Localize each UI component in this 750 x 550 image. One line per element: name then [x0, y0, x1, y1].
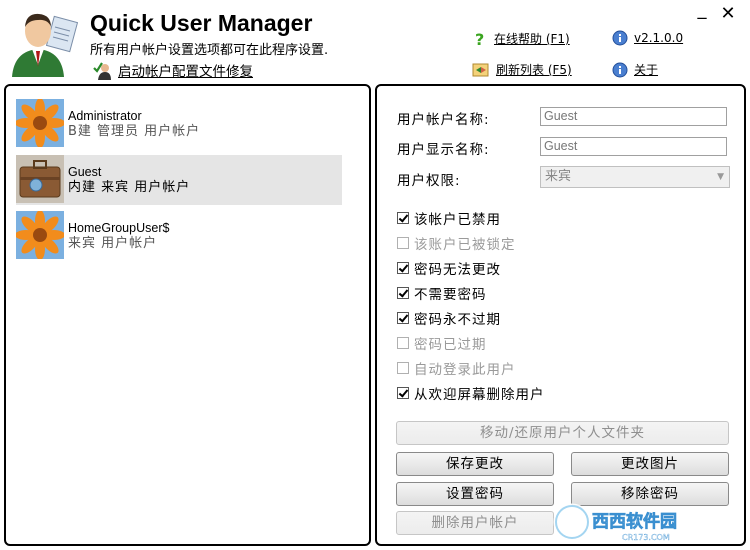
account-name-field[interactable]: Guest — [540, 107, 727, 126]
user-manager-logo-icon — [12, 13, 78, 77]
option-account-locked: 该账户已被锁定 — [397, 233, 516, 253]
option-hide-from-welcome[interactable]: 从欢迎屏幕删除用户 — [397, 383, 545, 403]
user-description: 来宾 用户帐户 — [68, 236, 158, 251]
option-account-disabled[interactable]: 该帐户已禁用 — [397, 208, 501, 228]
option-label: 密码永不过期 — [414, 312, 501, 328]
app-subtitle: 所有用户帐户设置选项都可在此程序设置. — [90, 43, 329, 58]
change-picture-button[interactable]: 更改图片 — [571, 452, 729, 476]
refresh-list-label: 刷新列表 (F5) — [496, 63, 572, 77]
online-help-label: 在线帮助 (F1) — [494, 32, 570, 46]
user-list-item-administrator[interactable]: Administrator B建 管理员 用户帐户 — [16, 99, 342, 149]
version-link[interactable]: v2.1.0.0 — [612, 30, 683, 46]
about-link[interactable]: 关于 — [612, 61, 658, 78]
option-password-cannot-change[interactable]: 密码无法更改 — [397, 258, 501, 278]
refresh-list-icon — [472, 63, 489, 76]
option-password-expired: 密码已过期 — [397, 333, 487, 353]
refresh-list-link[interactable]: 刷新列表 (F5) — [472, 61, 572, 78]
option-password-never-expires[interactable]: 密码永不过期 — [397, 308, 501, 328]
delete-user-button[interactable]: 删除用户帐户 — [396, 511, 554, 535]
app-header: Quick User Manager 所有用户帐户设置选项都可在此程序设置. 启… — [0, 0, 750, 84]
about-label: 关于 — [634, 63, 659, 77]
display-name-label: 用户显示名称: — [397, 142, 490, 158]
profile-repair-label: 启动帐户配置文件修复 — [118, 64, 253, 80]
option-label: 该账户已被锁定 — [414, 237, 516, 253]
app-title: Quick User Manager — [90, 10, 313, 36]
option-label: 从欢迎屏幕删除用户 — [414, 387, 545, 403]
dropdown-arrow-icon: ▼ — [717, 172, 724, 182]
checkbox[interactable] — [397, 287, 409, 299]
checkbox[interactable] — [397, 312, 409, 324]
user-name: HomeGroupUser$ — [68, 221, 170, 235]
info-icon — [612, 62, 628, 77]
option-label: 自动登录此用户 — [414, 362, 516, 378]
online-help-link[interactable]: ? 在线帮助 (F1) — [472, 30, 570, 47]
help-question-icon: ? — [475, 31, 484, 47]
checkbox[interactable] — [397, 212, 409, 224]
user-list-item-guest[interactable]: Guest 内建 来宾 用户帐户 — [16, 155, 342, 205]
checkbox — [397, 362, 409, 374]
option-label: 密码无法更改 — [414, 262, 501, 278]
user-details-panel: 用户帐户名称: Guest 用户显示名称: Guest 用户权限: 来宾 ▼ 该… — [375, 84, 746, 546]
checkbox[interactable] — [397, 387, 409, 399]
permission-select[interactable]: 来宾 ▼ — [540, 166, 730, 188]
close-button[interactable]: ✕ — [718, 4, 738, 24]
user-list-panel: Administrator B建 管理员 用户帐户 Guest 内建 来宾 用户… — [4, 84, 371, 546]
save-changes-button[interactable]: 保存更改 — [396, 452, 554, 476]
option-auto-login: 自动登录此用户 — [397, 358, 516, 378]
remove-password-button[interactable]: 移除密码 — [571, 482, 729, 506]
flower-avatar-icon — [16, 211, 64, 259]
flower-avatar-icon — [16, 99, 64, 147]
option-label: 该帐户已禁用 — [414, 212, 501, 228]
set-password-button[interactable]: 设置密码 — [396, 482, 554, 506]
move-restore-folder-button[interactable]: 移动/还原用户个人文件夹 — [396, 421, 729, 445]
option-label: 不需要密码 — [414, 287, 487, 303]
user-list-item-homegroupuser[interactable]: HomeGroupUser$ 来宾 用户帐户 — [16, 211, 342, 261]
info-icon — [612, 30, 628, 46]
option-label: 密码已过期 — [414, 337, 487, 353]
permission-label: 用户权限: — [397, 173, 461, 189]
user-name: Administrator — [68, 109, 142, 123]
account-name-label: 用户帐户名称: — [397, 112, 490, 128]
user-description: B建 管理员 用户帐户 — [68, 124, 201, 139]
user-check-icon — [93, 62, 111, 80]
checkbox — [397, 237, 409, 249]
version-label: v2.1.0.0 — [634, 31, 684, 45]
svg-text:?: ? — [475, 31, 484, 47]
user-name: Guest — [68, 165, 102, 179]
minimize-button[interactable]: _ — [692, 0, 712, 20]
user-description: 内建 来宾 用户帐户 — [68, 180, 191, 195]
checkbox[interactable] — [397, 262, 409, 274]
display-name-field[interactable]: Guest — [540, 137, 727, 156]
profile-repair-link[interactable]: 启动帐户配置文件修复 — [92, 60, 253, 80]
option-password-not-required[interactable]: 不需要密码 — [397, 283, 487, 303]
permission-value: 来宾 — [545, 169, 572, 184]
checkbox — [397, 337, 409, 349]
suitcase-avatar-icon — [16, 155, 64, 203]
